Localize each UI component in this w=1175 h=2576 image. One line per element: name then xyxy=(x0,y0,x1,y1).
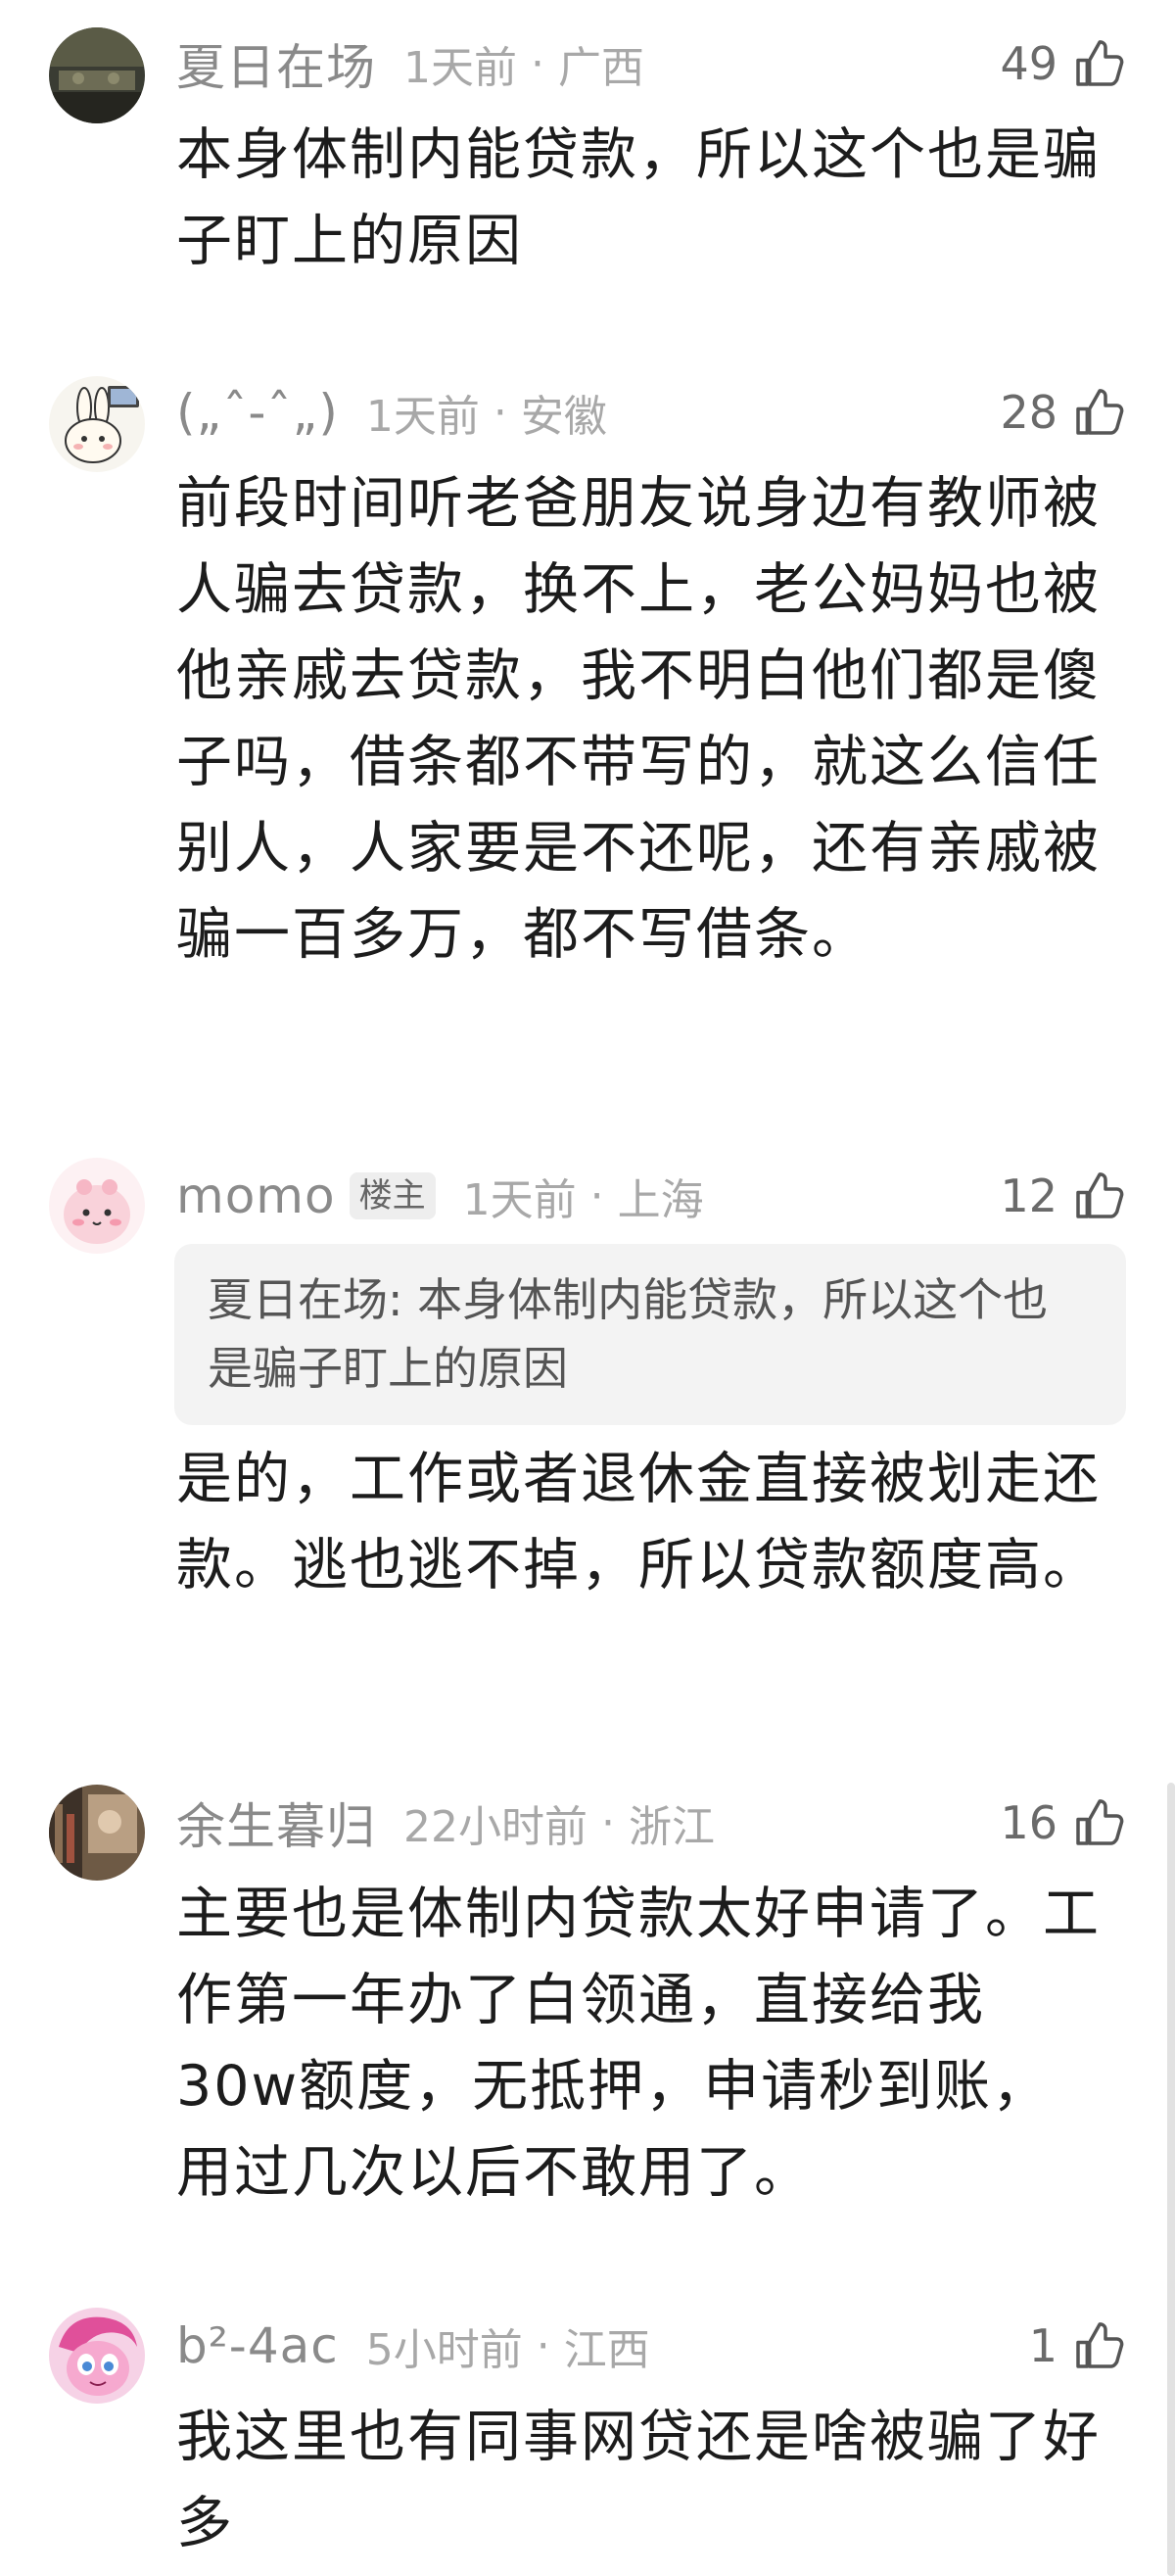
comment-header: b²-4ac 5小时前 · 江西 xyxy=(176,2312,650,2380)
scrollbar[interactable] xyxy=(1167,1783,1175,2576)
thumbs-up-icon xyxy=(1076,2322,1124,2368)
comment-time: 5小时前 xyxy=(365,2325,523,2375)
meta-separator: · xyxy=(536,2320,550,2371)
like-button[interactable]: 1 xyxy=(1029,2312,1126,2380)
username[interactable]: b²-4ac xyxy=(176,2317,339,2374)
pony-avatar-icon xyxy=(49,2308,145,2404)
comment-location: 江西 xyxy=(563,2325,650,2375)
user-avatar[interactable] xyxy=(49,2308,145,2404)
like-count: 1 xyxy=(1028,2319,1058,2372)
comment-item: b²-4ac 5小时前 · 江西 1 我这里也有同事网贷还是啥被骗了好多 xyxy=(0,0,1175,2576)
comment-text: 我这里也有同事网贷还是啥被骗了好多 xyxy=(176,2405,1101,2555)
